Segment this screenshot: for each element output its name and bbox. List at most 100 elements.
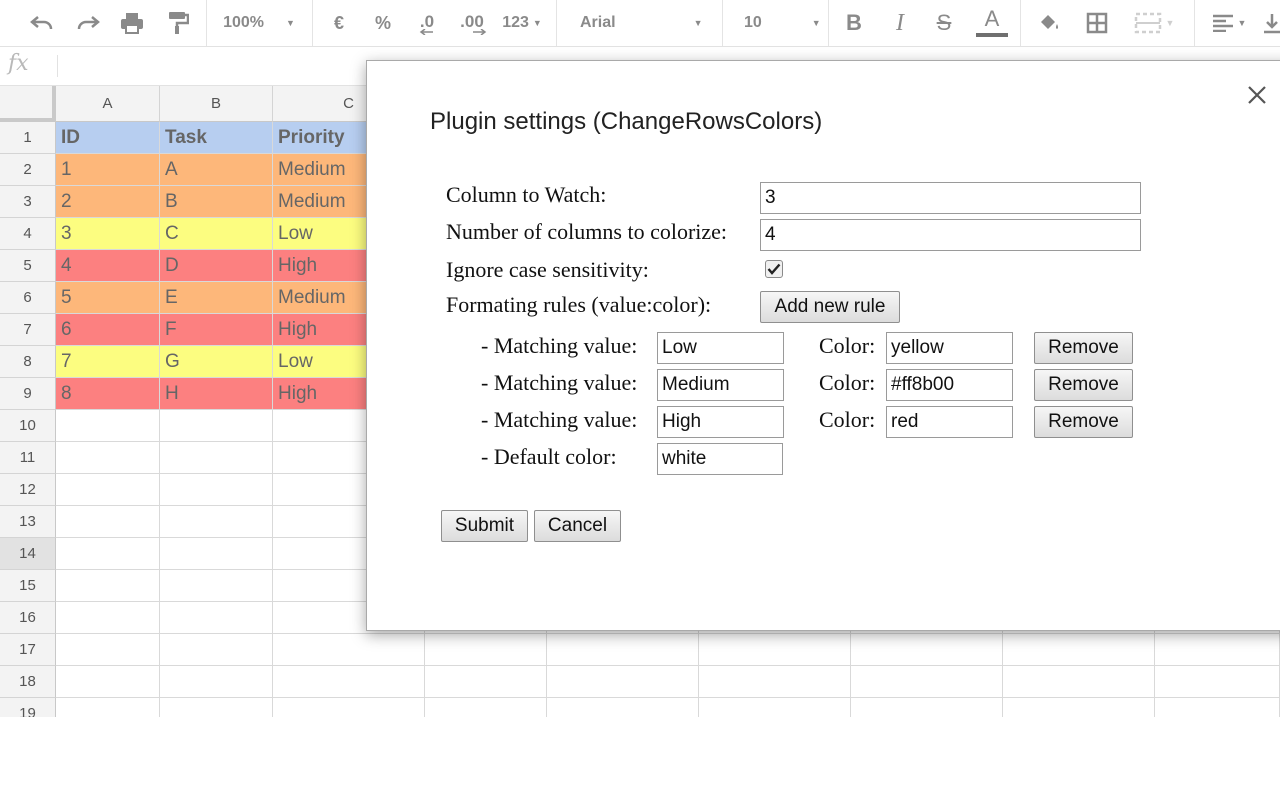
- font-select[interactable]: Arial ▼: [570, 0, 710, 46]
- default-color-input[interactable]: [657, 443, 783, 475]
- remove-rule-button[interactable]: Remove: [1034, 369, 1133, 401]
- table-cell[interactable]: [851, 698, 1003, 717]
- zoom-select[interactable]: 100% ▼: [214, 0, 304, 46]
- table-cell[interactable]: [1155, 698, 1280, 717]
- table-cell[interactable]: [56, 506, 160, 538]
- font-size-select[interactable]: 10 ▼: [734, 0, 821, 46]
- table-cell[interactable]: [160, 410, 273, 442]
- print-icon[interactable]: [116, 0, 148, 46]
- remove-rule-button[interactable]: Remove: [1034, 332, 1133, 364]
- table-cell[interactable]: [547, 698, 699, 717]
- row-header[interactable]: 16: [0, 602, 56, 634]
- matching-value-input[interactable]: [657, 332, 784, 364]
- row-header[interactable]: 15: [0, 570, 56, 602]
- table-cell[interactable]: [56, 474, 160, 506]
- table-cell[interactable]: [699, 666, 851, 698]
- row-header[interactable]: 6: [0, 282, 56, 314]
- table-cell[interactable]: [160, 538, 273, 570]
- table-cell[interactable]: [547, 634, 699, 666]
- color-input[interactable]: [886, 369, 1013, 401]
- align-left-icon[interactable]: ▼: [1204, 0, 1254, 46]
- table-cell[interactable]: [273, 666, 425, 698]
- table-cell[interactable]: E: [160, 282, 273, 314]
- table-cell[interactable]: [160, 666, 273, 698]
- vertical-align-icon[interactable]: [1262, 0, 1280, 46]
- row-header[interactable]: 13: [0, 506, 56, 538]
- table-cell[interactable]: [160, 698, 273, 717]
- table-cell[interactable]: [56, 538, 160, 570]
- table-cell[interactable]: 8: [56, 378, 160, 410]
- row-header[interactable]: 10: [0, 410, 56, 442]
- table-cell[interactable]: [699, 698, 851, 717]
- text-color-button[interactable]: A: [974, 0, 1010, 46]
- strikethrough-button[interactable]: S: [928, 0, 960, 46]
- table-cell[interactable]: [425, 634, 547, 666]
- table-cell[interactable]: [1155, 666, 1280, 698]
- italic-button[interactable]: I: [884, 0, 916, 46]
- matching-value-input[interactable]: [657, 406, 784, 438]
- increase-decimal-button[interactable]: .00: [454, 0, 490, 46]
- table-cell[interactable]: 4: [56, 250, 160, 282]
- row-header[interactable]: 2: [0, 154, 56, 186]
- currency-format-button[interactable]: €: [324, 0, 354, 46]
- table-cell[interactable]: 6: [56, 314, 160, 346]
- remove-rule-button[interactable]: Remove: [1034, 406, 1133, 438]
- fill-color-icon[interactable]: [1034, 0, 1064, 46]
- table-cell[interactable]: [160, 442, 273, 474]
- merge-cells-icon[interactable]: ▼: [1126, 0, 1182, 46]
- column-header[interactable]: B: [160, 86, 273, 122]
- num-columns-input[interactable]: [760, 219, 1141, 251]
- table-cell[interactable]: H: [160, 378, 273, 410]
- table-cell[interactable]: [1003, 698, 1155, 717]
- table-cell[interactable]: [547, 666, 699, 698]
- color-input[interactable]: [886, 332, 1013, 364]
- table-cell[interactable]: [56, 410, 160, 442]
- table-cell[interactable]: [851, 666, 1003, 698]
- table-cell[interactable]: Task: [160, 122, 273, 154]
- row-header[interactable]: 9: [0, 378, 56, 410]
- cancel-button[interactable]: Cancel: [534, 510, 621, 542]
- table-cell[interactable]: [851, 634, 1003, 666]
- table-cell[interactable]: 2: [56, 186, 160, 218]
- table-cell[interactable]: A: [160, 154, 273, 186]
- table-cell[interactable]: 3: [56, 218, 160, 250]
- row-header[interactable]: 12: [0, 474, 56, 506]
- row-header[interactable]: 5: [0, 250, 56, 282]
- row-header[interactable]: 4: [0, 218, 56, 250]
- row-header[interactable]: 18: [0, 666, 56, 698]
- table-cell[interactable]: D: [160, 250, 273, 282]
- row-header[interactable]: 8: [0, 346, 56, 378]
- row-header[interactable]: 3: [0, 186, 56, 218]
- table-cell[interactable]: 5: [56, 282, 160, 314]
- row-header[interactable]: 7: [0, 314, 56, 346]
- table-cell[interactable]: [160, 602, 273, 634]
- table-cell[interactable]: ID: [56, 122, 160, 154]
- table-cell[interactable]: [273, 698, 425, 717]
- paint-format-icon[interactable]: [162, 0, 194, 46]
- table-cell[interactable]: F: [160, 314, 273, 346]
- undo-icon[interactable]: [26, 0, 58, 46]
- select-all-corner[interactable]: [0, 86, 56, 122]
- table-cell[interactable]: [1003, 634, 1155, 666]
- add-rule-button[interactable]: Add new rule: [760, 291, 900, 323]
- table-cell[interactable]: [273, 634, 425, 666]
- table-cell[interactable]: 1: [56, 154, 160, 186]
- bold-button[interactable]: B: [838, 0, 870, 46]
- table-cell[interactable]: [160, 506, 273, 538]
- percent-format-button[interactable]: %: [368, 0, 398, 46]
- row-header[interactable]: 14: [0, 538, 56, 570]
- column-header[interactable]: A: [56, 86, 160, 122]
- table-cell[interactable]: [160, 570, 273, 602]
- table-cell[interactable]: [699, 634, 851, 666]
- close-icon[interactable]: [1245, 83, 1269, 107]
- borders-icon[interactable]: [1082, 0, 1112, 46]
- table-cell[interactable]: [425, 698, 547, 717]
- table-cell[interactable]: [56, 570, 160, 602]
- table-cell[interactable]: [56, 666, 160, 698]
- table-cell[interactable]: [160, 474, 273, 506]
- row-header[interactable]: 19: [0, 698, 56, 717]
- row-header[interactable]: 17: [0, 634, 56, 666]
- row-header[interactable]: 11: [0, 442, 56, 474]
- redo-icon[interactable]: [72, 0, 104, 46]
- submit-button[interactable]: Submit: [441, 510, 528, 542]
